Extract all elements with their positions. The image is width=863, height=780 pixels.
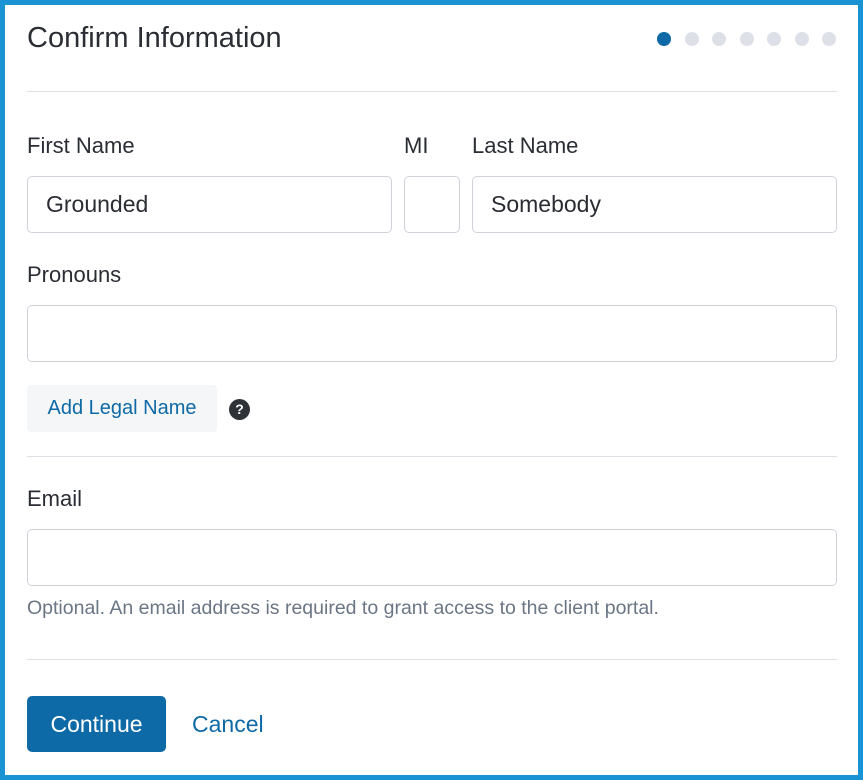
question-circle-icon[interactable]: ? <box>229 399 250 420</box>
step-dot-2 <box>684 32 699 46</box>
step-dot-5 <box>767 32 781 46</box>
step-dot-6 <box>794 32 809 46</box>
cancel-link[interactable]: Cancel <box>192 696 264 752</box>
add-legal-name-button[interactable]: Add Legal Name <box>27 385 217 432</box>
middle-initial-label: MI <box>404 133 429 158</box>
step-dot-7 <box>822 32 836 46</box>
middle-initial-input[interactable] <box>404 176 460 233</box>
page-title: Confirm Information <box>27 22 282 54</box>
step-dot-4 <box>739 32 754 46</box>
first-name-label: First Name <box>27 133 135 158</box>
footer-divider <box>27 659 837 660</box>
step-dot-1 <box>657 32 671 46</box>
pronouns-label: Pronouns <box>27 262 122 287</box>
section-divider <box>27 456 837 457</box>
first-name-input[interactable] <box>27 176 392 233</box>
step-dot-3 <box>712 32 726 46</box>
email-label: Email <box>27 486 83 511</box>
continue-button[interactable]: Continue <box>27 696 166 752</box>
pronouns-input[interactable] <box>27 305 837 362</box>
last-name-input[interactable] <box>472 176 837 233</box>
step-indicator <box>657 32 836 46</box>
email-hint: Optional. An email address is required t… <box>27 597 659 619</box>
last-name-label: Last Name <box>472 133 579 158</box>
header-divider <box>27 91 837 92</box>
email-input[interactable] <box>27 529 837 586</box>
